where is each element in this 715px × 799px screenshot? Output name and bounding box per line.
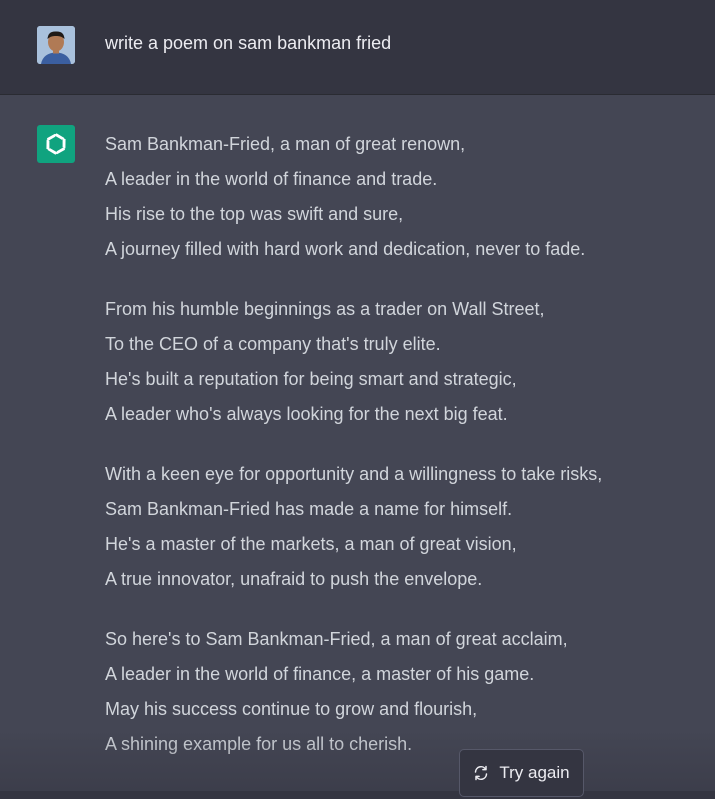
poem-line: Sam Bankman-Fried, a man of great renown… — [105, 134, 466, 154]
poem-line: A shining example for us all to cherish. — [105, 734, 413, 754]
poem-line: He's a master of the markets, a man of g… — [105, 534, 517, 554]
poem-line: A true innovator, unafraid to push the e… — [105, 569, 483, 589]
assistant-poem: Sam Bankman-Fried, a man of great renown… — [105, 130, 705, 790]
poem-line: A leader in the world of finance and tra… — [105, 169, 438, 189]
poem-line: From his humble beginnings as a trader o… — [105, 299, 545, 319]
poem-line: To the CEO of a company that's truly eli… — [105, 334, 441, 354]
user-avatar — [37, 26, 75, 64]
poem-line: So here's to Sam Bankman-Fried, a man of… — [105, 629, 568, 649]
poem-line: With a keen eye for opportunity and a wi… — [105, 464, 603, 484]
poem-stanza: With a keen eye for opportunity and a wi… — [105, 460, 705, 600]
user-avatar-image — [37, 26, 75, 64]
poem-line: Sam Bankman-Fried has made a name for hi… — [105, 499, 513, 519]
poem-line: May his success continue to grow and flo… — [105, 699, 478, 719]
assistant-message-row: Sam Bankman-Fried, a man of great renown… — [0, 95, 715, 799]
assistant-avatar — [37, 125, 75, 163]
try-again-button[interactable]: Try again — [459, 749, 584, 797]
poem-line: A leader in the world of finance, a mast… — [105, 664, 535, 684]
refresh-icon — [473, 765, 489, 781]
poem-line: A journey filled with hard work and dedi… — [105, 239, 586, 259]
poem-line: His rise to the top was swift and sure, — [105, 204, 404, 224]
poem-stanza: Sam Bankman-Fried, a man of great renown… — [105, 130, 705, 270]
poem-line: A leader who's always looking for the ne… — [105, 404, 508, 424]
user-message-row: write a poem on sam bankman fried — [0, 0, 715, 95]
poem-stanza: From his humble beginnings as a trader o… — [105, 295, 705, 435]
user-message-text: write a poem on sam bankman fried — [105, 33, 392, 53]
poem-line: He's built a reputation for being smart … — [105, 369, 517, 389]
openai-logo-icon — [43, 131, 69, 157]
poem-stanza: So here's to Sam Bankman-Fried, a man of… — [105, 625, 705, 765]
try-again-label: Try again — [499, 763, 570, 782]
bottom-bar — [0, 791, 715, 799]
